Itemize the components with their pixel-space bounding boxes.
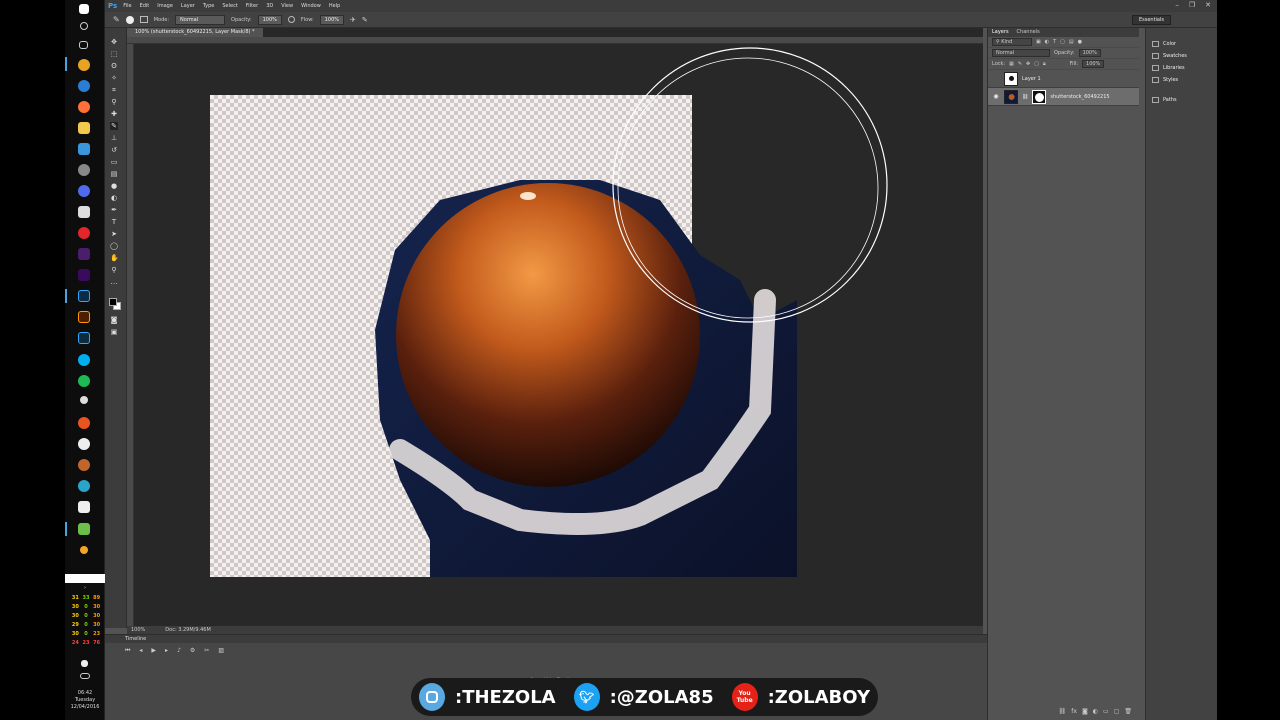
instagram-handle: :THEZOLA	[455, 686, 556, 708]
youtube-icon: You Tube	[731, 683, 758, 711]
social-banner: :THEZOLA 🐦︎ :@ZOLA85 You Tube :ZOLABOY	[411, 678, 878, 716]
twitter-handle: :@ZOLA85	[609, 686, 714, 708]
planet-highlight	[520, 192, 536, 200]
instagram-icon	[419, 683, 445, 711]
planet	[396, 183, 700, 487]
twitter-icon: 🐦︎	[573, 683, 600, 711]
canvas-artwork	[375, 47, 888, 577]
youtube-handle: :ZOLABOY	[767, 686, 870, 708]
